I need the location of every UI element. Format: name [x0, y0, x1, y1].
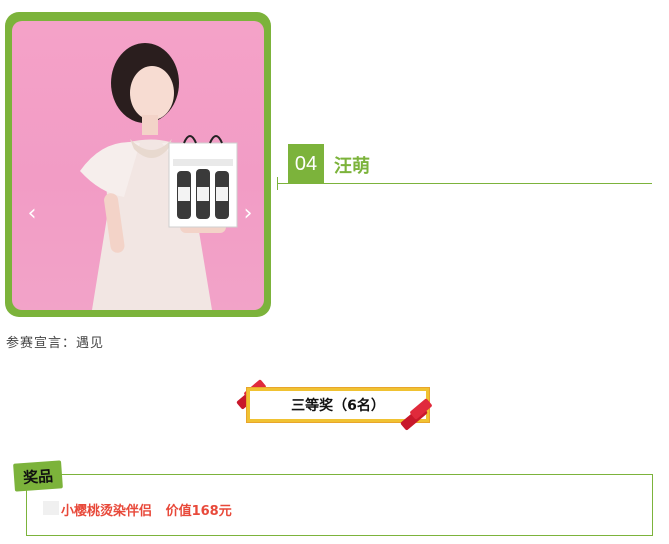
award-level-label: 三等奖（6名） — [291, 398, 385, 414]
contestant-declaration: 参赛宣言：遇见 — [6, 336, 105, 351]
chevron-left-icon: ‹ — [27, 201, 37, 226]
prize-description: 小樱桃烫染伴侣 价值168元 — [61, 504, 232, 519]
contestant-number-badge: 04 — [288, 144, 324, 184]
contestant-photo-illustration — [80, 43, 238, 310]
chevron-right-icon: › — [243, 201, 253, 226]
prize-bullet — [43, 501, 59, 515]
contestant-photo[interactable] — [12, 21, 264, 310]
carousel-prev-button[interactable]: ‹ — [22, 199, 42, 229]
carousel-next-button[interactable]: › — [238, 199, 258, 229]
prize-tag: 奖品 — [13, 460, 63, 492]
name-divider-line — [277, 183, 652, 184]
contestant-name: 汪萌 — [334, 156, 370, 177]
award-level-banner: 三等奖（6名） — [247, 388, 429, 422]
